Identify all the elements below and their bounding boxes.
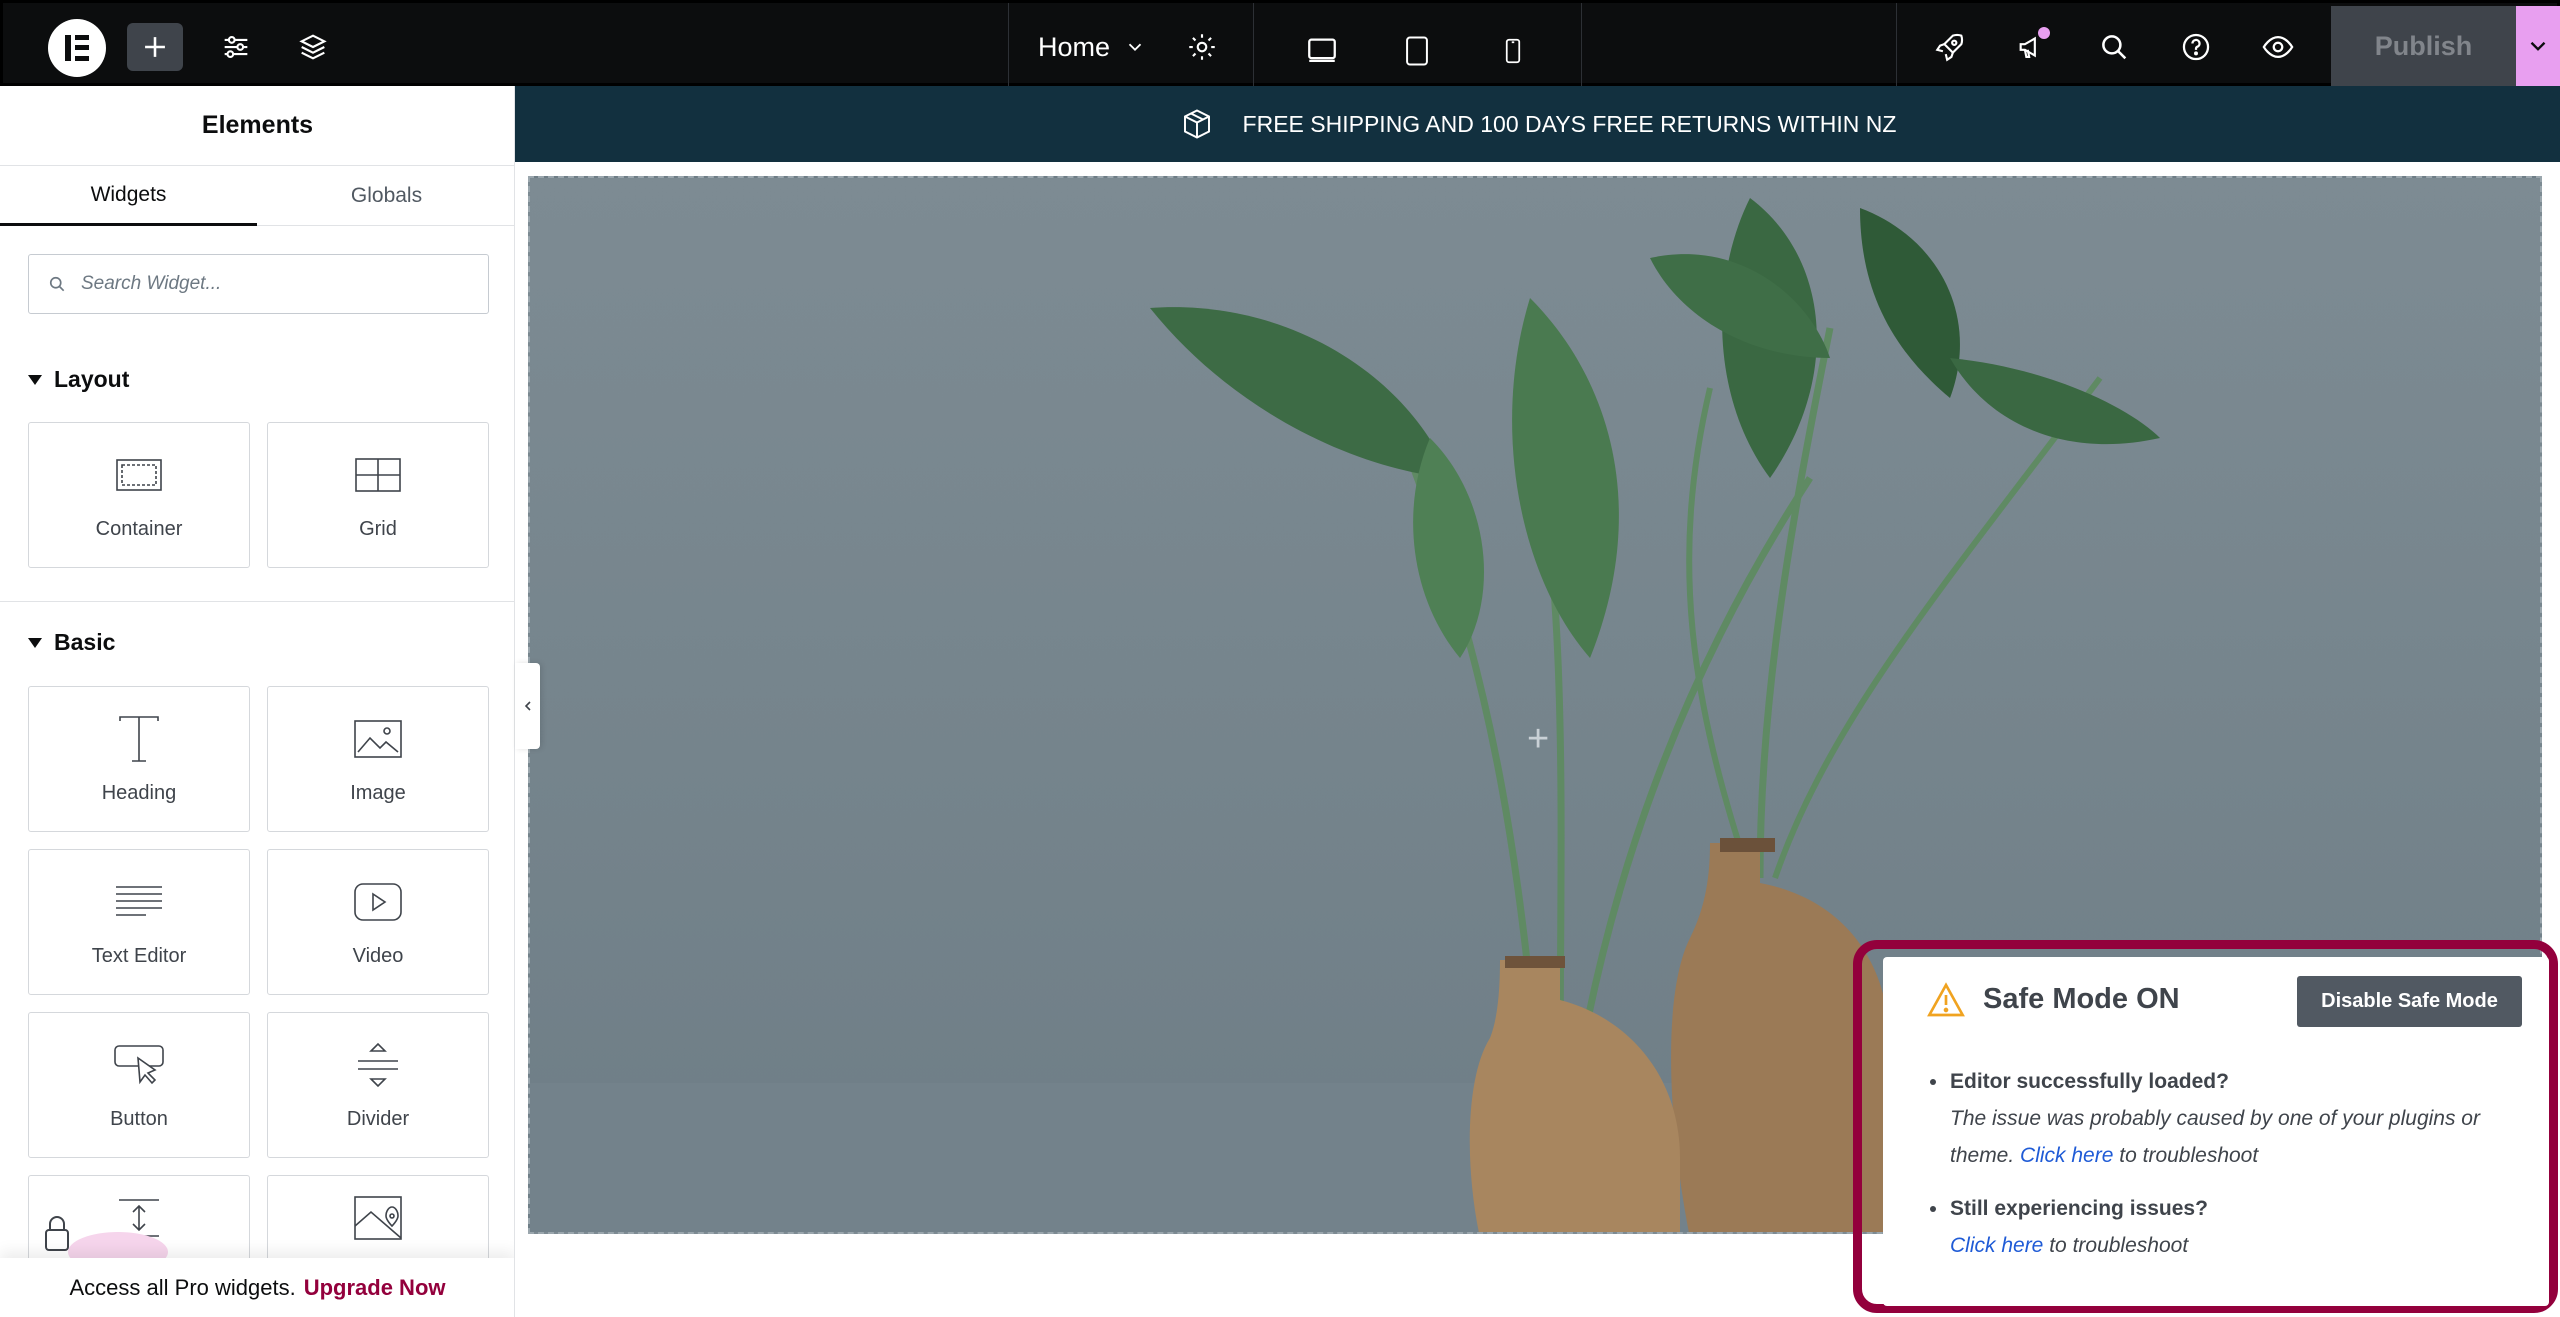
video-icon [350, 877, 406, 927]
question-icon [2182, 33, 2210, 61]
chevron-left-icon [524, 701, 531, 711]
widget-button[interactable]: Button [28, 1012, 250, 1158]
widget-label: Heading [101, 781, 177, 804]
troubleshoot-link[interactable]: Click here [1950, 1234, 2043, 1257]
tab-globals[interactable]: Globals [258, 166, 514, 226]
announcement-text: FREE SHIPPING AND 100 DAYS FREE RETURNS … [1242, 110, 1897, 137]
mobile-icon [1505, 38, 1521, 64]
search-widget-input[interactable] [81, 273, 481, 295]
pro-lock-icon [45, 1216, 168, 1266]
troubleshoot-link[interactable]: Click here [2020, 1144, 2113, 1167]
collapse-panel-button[interactable] [515, 663, 540, 749]
safe-mode-question: Editor successfully loaded? [1950, 1070, 2229, 1093]
widget-label: Divider [346, 1107, 410, 1130]
publish-button[interactable]: Publish [2331, 6, 2516, 86]
page-name: Home [1038, 31, 1111, 62]
widget-divider[interactable]: Divider [267, 1012, 489, 1158]
widget-heading[interactable]: Heading [28, 686, 250, 832]
tablet-icon [1406, 36, 1428, 66]
panel-title: Elements [0, 86, 514, 166]
sliders-icon [224, 36, 248, 58]
elementor-logo-icon[interactable] [48, 19, 106, 77]
plus-icon [145, 37, 165, 57]
add-section-plus-icon[interactable]: + [1527, 718, 1549, 761]
widget-label: Button [110, 1107, 168, 1130]
tablet-view-button[interactable] [1377, 17, 1457, 85]
desktop-view-button[interactable] [1282, 17, 1362, 96]
map-icon [350, 1193, 406, 1243]
layers-icon [299, 34, 327, 60]
safe-mode-question: Still experiencing issues? [1950, 1197, 2208, 1220]
button-icon [111, 1040, 167, 1090]
widget-label: Container [95, 517, 183, 540]
add-element-button[interactable] [127, 23, 183, 71]
widget-label: Grid [359, 517, 397, 540]
caret-down-icon [28, 637, 42, 648]
safe-mode-list: Editor successfully loaded? The issue wa… [1930, 1063, 2530, 1280]
caret-down-icon [28, 374, 42, 385]
widget-video[interactable]: Video [267, 849, 489, 995]
divider-icon [350, 1040, 406, 1090]
mobile-view-button[interactable] [1473, 17, 1553, 85]
structure-button[interactable] [285, 23, 341, 71]
text-editor-icon [111, 877, 167, 927]
widget-text-editor[interactable]: Text Editor [28, 849, 250, 995]
desktop-icon [1308, 38, 1336, 63]
site-settings-button[interactable] [208, 23, 264, 71]
launchpad-button[interactable] [1922, 23, 1978, 71]
upgrade-now-link[interactable]: Upgrade Now [304, 1275, 446, 1301]
chevron-down-icon [1128, 43, 1142, 52]
widget-label: Video [352, 944, 404, 967]
eye-icon [2262, 35, 2294, 59]
top-bar: Home Publish [0, 0, 2560, 96]
package-icon [1183, 109, 1210, 139]
widget-label: Image [350, 781, 406, 804]
announcement-bar: FREE SHIPPING AND 100 DAYS FREE RETURNS … [515, 86, 2560, 162]
widget-label: Text Editor [91, 944, 187, 967]
category-basic[interactable]: Basic [28, 629, 115, 656]
notification-dot [2038, 27, 2050, 39]
disable-safe-mode-button[interactable]: Disable Safe Mode [2297, 976, 2522, 1027]
category-label: Basic [54, 629, 116, 655]
page-settings-button[interactable] [1174, 23, 1230, 71]
safe-mode-title: Safe Mode ON [1983, 983, 2180, 1015]
search-button[interactable] [2086, 23, 2142, 71]
rocket-icon [1935, 33, 1964, 62]
category-layout[interactable]: Layout [28, 366, 129, 393]
search-widget-field[interactable] [28, 254, 489, 314]
elements-panel: Elements Widgets Globals Layout Containe… [0, 86, 515, 1317]
troubleshoot-suffix: to troubleshoot [2049, 1234, 2189, 1257]
list-item: Still experiencing issues? Click here to… [1930, 1190, 2530, 1264]
widget-container[interactable]: Container [28, 422, 250, 568]
whats-new-button[interactable] [2004, 23, 2060, 71]
search-icon [49, 276, 65, 292]
publish-options-button[interactable] [2516, 6, 2560, 86]
image-icon [350, 714, 406, 764]
page-selector[interactable]: Home [1038, 29, 1146, 65]
grid-icon [350, 450, 406, 500]
gear-icon [1189, 34, 1215, 60]
pro-bar-text: Access all Pro widgets. [69, 1274, 296, 1300]
panel-tabs: Widgets Globals [0, 166, 514, 226]
search-icon [2102, 35, 2127, 60]
preview-button[interactable] [2250, 23, 2306, 71]
help-button[interactable] [2168, 23, 2224, 71]
heading-icon [111, 714, 167, 764]
widget-image[interactable]: Image [267, 686, 489, 832]
tab-widgets[interactable]: Widgets [0, 166, 257, 226]
widget-grid[interactable]: Grid [267, 422, 489, 568]
list-item: Editor successfully loaded? The issue wa… [1930, 1063, 2530, 1174]
container-icon [111, 450, 167, 500]
category-label: Layout [54, 366, 130, 392]
warning-icon [1927, 982, 1965, 1017]
pro-upgrade-bar: Access all Pro widgets. Upgrade Now [0, 1258, 514, 1317]
chevron-down-icon [2530, 41, 2546, 51]
troubleshoot-suffix: to troubleshoot [2119, 1144, 2259, 1167]
